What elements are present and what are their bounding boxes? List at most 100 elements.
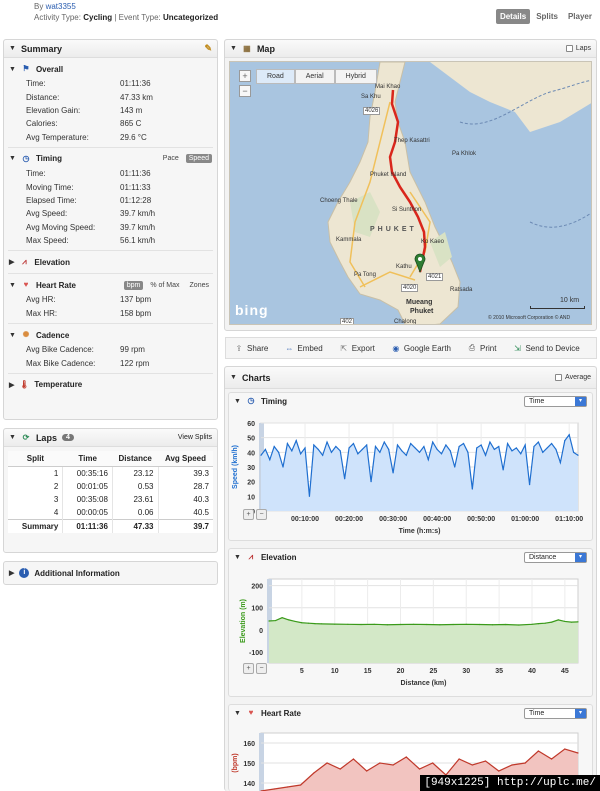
zoom-out-icon[interactable]: − — [256, 509, 267, 520]
data-point — [467, 451, 469, 453]
heart-rate-x-axis-select[interactable]: Time ▾ — [524, 707, 587, 719]
collapse-icon[interactable]: ▼ — [9, 332, 16, 339]
expand-icon[interactable]: ▶ — [9, 569, 14, 577]
share-icon: ⇪ — [235, 343, 243, 353]
collapse-icon[interactable]: ▼ — [9, 155, 16, 162]
timing-chart[interactable]: 010203040506000:10:0000:20:0000:30:0000:… — [229, 409, 592, 540]
table-row[interactable]: 2 00:01:05 0.53 28.7 — [8, 480, 213, 493]
activity-type-line: Activity Type: Cycling | Event Type: Unc… — [34, 13, 219, 22]
zoom-out-icon[interactable]: − — [256, 663, 267, 674]
data-point — [317, 448, 319, 450]
data-point — [465, 623, 467, 625]
charts-header[interactable]: ▼ Charts Average — [225, 367, 596, 389]
chevron-down-icon: ▾ — [575, 552, 586, 562]
view-splits-link[interactable]: View Splits — [178, 434, 212, 441]
heart-rate-section-header[interactable]: ▼ ♥ Heart Rate bpm % of Max Zones — [4, 277, 217, 293]
elevation-x-axis-select[interactable]: Distance ▾ — [524, 551, 587, 563]
share-button[interactable]: ⇪ Share — [234, 343, 269, 353]
zoom-in-icon[interactable]: + — [243, 663, 254, 674]
collapse-icon[interactable]: ▼ — [234, 398, 241, 405]
user-link[interactable]: wat3355 — [46, 2, 76, 11]
column-header[interactable]: Distance — [112, 451, 158, 467]
expand-icon[interactable]: ▶ — [9, 258, 14, 266]
y-tick-label: 30 — [247, 465, 255, 472]
map-copyright: © 2010 Microsoft Corporation © AND — [488, 315, 571, 321]
laps-header[interactable]: ▼ ⟳ Laps 4 View Splits — [4, 429, 217, 447]
column-header[interactable]: Split — [8, 451, 63, 467]
edit-pencil-icon[interactable]: ✎ — [204, 43, 212, 54]
table-row[interactable]: 4 00:00:05 0.06 40.5 — [8, 506, 213, 520]
expand-icon[interactable]: ▶ — [9, 381, 14, 389]
send-device-icon: ⇲ — [514, 343, 521, 353]
overall-section-header[interactable]: ▼ ⚑ Overall — [4, 61, 217, 77]
collapse-icon[interactable]: ▼ — [230, 374, 237, 381]
additional-info-header[interactable]: ▶ i Additional Information — [4, 562, 217, 584]
map-type-hybrid[interactable]: Hybrid — [334, 69, 377, 84]
elevation-chart-box: ▼ ⩘ Elevation Distance ▾ -100 0 100 200 5 10 15… — [228, 548, 593, 697]
tab-details[interactable]: Details — [495, 9, 531, 24]
data-point — [426, 623, 428, 626]
elevation-section-header[interactable]: ▶ ⩘ Elevation — [4, 254, 217, 270]
additional-info-panel[interactable]: ▶ i Additional Information — [3, 561, 218, 585]
timing-x-axis-select[interactable]: Time ▾ — [524, 395, 587, 407]
embed-button[interactable]: ⇔ Embed — [284, 344, 322, 353]
map-label: Mai Khao — [375, 84, 401, 90]
data-point — [489, 441, 491, 443]
data-point — [418, 768, 421, 770]
route-map[interactable]: + − Road Aerial Hybrid Mai Khao Sa Khu 4… — [229, 61, 592, 325]
collapse-icon[interactable]: ▼ — [234, 554, 241, 561]
collapse-icon[interactable]: ▼ — [9, 434, 16, 441]
cadence-section-header[interactable]: ▼ ✺ Cadence — [4, 327, 217, 343]
map-type-road[interactable]: Road — [256, 69, 295, 84]
map-label: 4026 — [363, 107, 381, 115]
table-row[interactable]: 3 00:35:08 23.61 40.3 — [8, 493, 213, 506]
google-earth-button[interactable]: ◉ Google Earth — [391, 344, 451, 353]
export-button[interactable]: ⇱ Export — [339, 344, 374, 353]
data-point — [445, 444, 447, 446]
column-header[interactable]: Avg Speed — [158, 451, 213, 467]
tab-splits[interactable]: Splits — [532, 9, 562, 24]
elevation-chart[interactable]: -100 0 100 200 5 10 15 20 25 30 35 40 45 Elevation (m… — [229, 565, 592, 696]
map-type-bar: Road Aerial Hybrid — [256, 69, 377, 84]
pace-toggle[interactable]: Pace — [160, 154, 182, 163]
summary-header[interactable]: ▼ Summary ✎ — [4, 40, 217, 58]
data-point — [511, 450, 513, 452]
print-button[interactable]: ⎙ Print — [467, 343, 497, 353]
collapse-icon[interactable]: ▼ — [9, 282, 16, 289]
zoom-in-icon[interactable]: + — [243, 509, 254, 520]
temperature-section-header[interactable]: ▶ 🌡 Temperature — [4, 377, 217, 393]
laps-checkbox[interactable]: Laps — [565, 45, 591, 52]
google-earth-icon: ◉ — [392, 343, 400, 353]
data-point — [273, 445, 275, 448]
map-type-aerial[interactable]: Aerial — [294, 69, 335, 84]
bpm-toggle[interactable]: bpm — [123, 280, 144, 290]
percent-max-toggle[interactable]: % of Max — [147, 281, 182, 290]
timing-section-header[interactable]: ▼ ◷ Timing Pace Speed — [4, 151, 217, 167]
data-point — [334, 623, 336, 625]
elevation-chart-header[interactable]: ▼ ⩘ Elevation Distance ▾ — [229, 549, 592, 565]
collapse-icon[interactable]: ▼ — [234, 710, 241, 717]
table-row[interactable]: 1 00:35:16 23.12 39.3 — [8, 466, 213, 480]
data-point — [440, 453, 443, 455]
timing-chart-header[interactable]: ▼ ◷ Timing Time ▾ — [229, 393, 592, 409]
send-to-device-button[interactable]: ⇲ Send to Device — [512, 343, 580, 353]
collapse-icon[interactable]: ▼ — [9, 45, 16, 52]
stat-row: Max Speed: 56.1 km/h — [26, 236, 156, 246]
column-header[interactable]: Time — [62, 451, 113, 467]
zoom-in-button[interactable]: + — [239, 70, 251, 82]
data-point — [326, 441, 328, 443]
zoom-out-button[interactable]: − — [239, 85, 251, 97]
collapse-icon[interactable]: ▼ — [9, 66, 16, 73]
zones-toggle[interactable]: Zones — [187, 281, 212, 290]
collapse-icon[interactable]: ▼ — [230, 45, 237, 52]
heart-rate-chart-header[interactable]: ▼ ♥ Heart Rate Time ▾ — [229, 705, 592, 721]
heart-icon: ♥ — [23, 280, 29, 290]
map-header[interactable]: ▼ ▦ Map Laps — [225, 40, 596, 58]
speed-toggle[interactable]: Speed — [185, 154, 212, 164]
x-tick-label: 00:10:00 — [291, 516, 319, 523]
data-point — [286, 442, 289, 445]
stat-row: Max Bike Cadence: 122 rpm — [26, 358, 150, 368]
data-point — [401, 450, 403, 452]
average-checkbox[interactable]: Average — [555, 374, 591, 381]
tab-player[interactable]: Player — [564, 9, 596, 24]
